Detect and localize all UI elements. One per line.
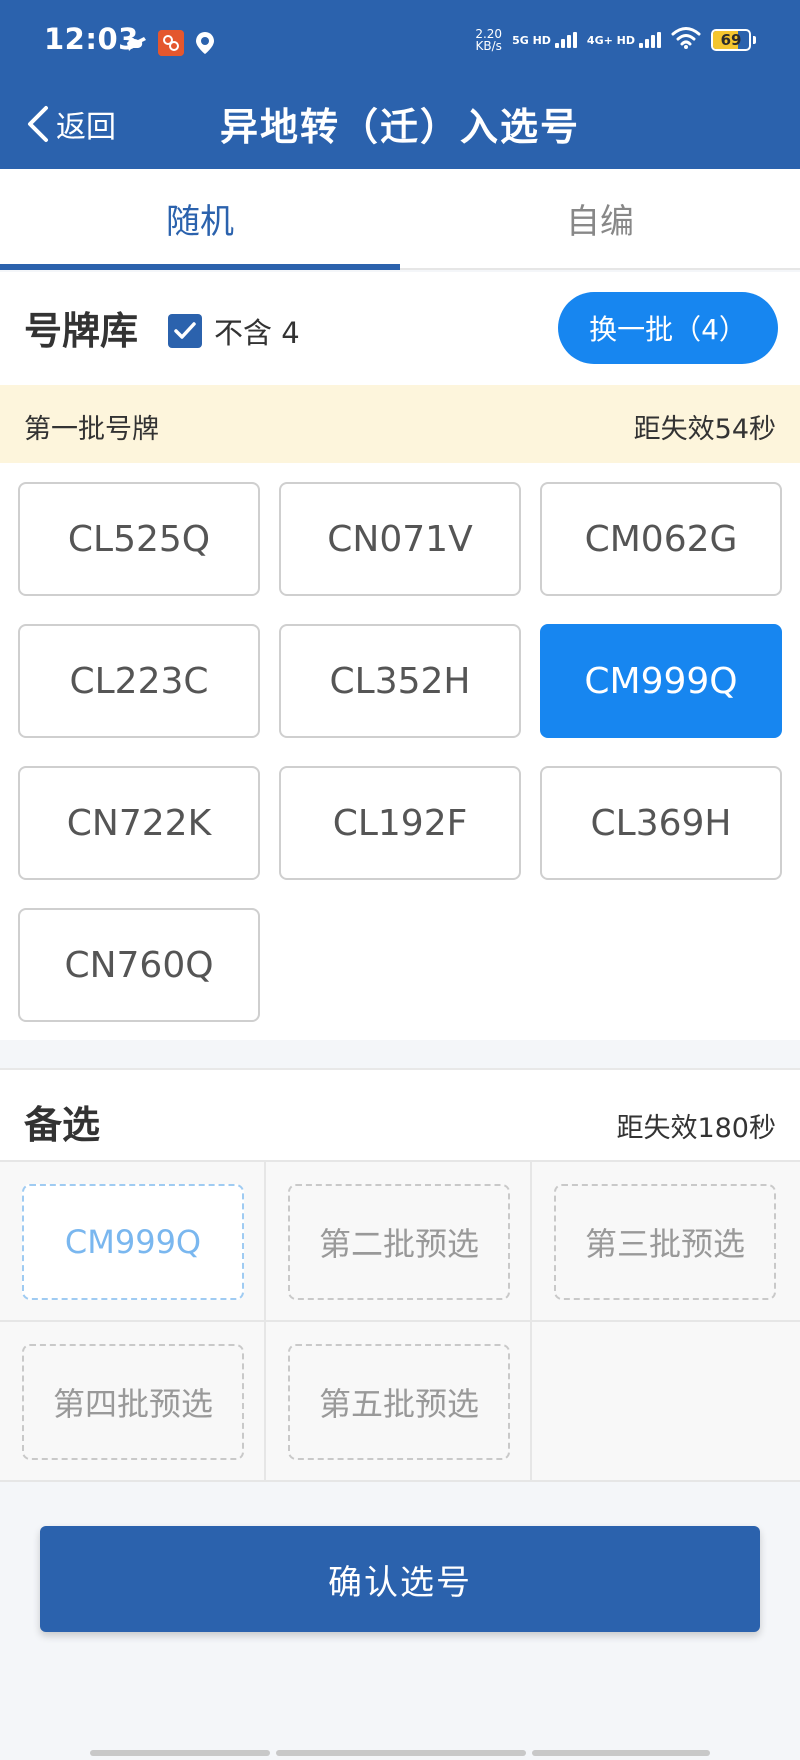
plate-option[interactable]: CL352H: [279, 624, 521, 738]
battery-tip: [753, 36, 756, 44]
sim1-label: 5G HD: [512, 33, 551, 47]
alternate-cell-empty: [532, 1322, 800, 1482]
pet-icon: [124, 30, 150, 56]
net-speed: 2.20 KB/s: [475, 28, 502, 52]
app-badge-icon: [158, 30, 184, 56]
exclude-four-label: 不含 4: [214, 316, 300, 350]
tab-bar: 随机 自编: [0, 169, 800, 270]
page-title: 异地转（迁）入选号: [219, 105, 580, 149]
sim2-signal: 4G+ HD: [587, 32, 661, 48]
battery-icon: 69: [711, 29, 751, 51]
net-speed-unit: KB/s: [475, 39, 502, 53]
alternate-slot[interactable]: 第五批预选: [288, 1344, 510, 1460]
plate-option[interactable]: CL192F: [279, 766, 521, 880]
sim2-label: 4G+ HD: [586, 33, 635, 47]
signal-bars-icon: [554, 32, 577, 48]
plate-pool-title: 号牌库: [24, 309, 139, 353]
refresh-batch-button[interactable]: 换一批（4）: [558, 292, 778, 364]
home-indicator: [90, 1750, 710, 1756]
plate-option[interactable]: CN760Q: [18, 908, 260, 1022]
plate-pool-header: 号牌库 不含 4 换一批（4）: [0, 272, 800, 385]
header: 12:03 2.20 KB/s 5G HD 4G+ HD 69 返回 异地转（迁…: [0, 0, 800, 169]
plate-option[interactable]: CL223C: [18, 624, 260, 738]
alternate-slot[interactable]: CM999Q: [22, 1184, 244, 1300]
alternate-cell: 第二批预选: [266, 1162, 532, 1322]
nav-bar: 返回 异地转（迁）入选号: [0, 86, 800, 169]
confirm-selection-button[interactable]: 确认选号: [40, 1526, 760, 1632]
plate-grid: CL525Q CN071V CM062G CL223C CL352H CM999…: [0, 463, 800, 1040]
plate-option[interactable]: CN071V: [279, 482, 521, 596]
wifi-icon: [671, 26, 701, 54]
location-icon: [192, 30, 218, 56]
status-left-icons: [124, 28, 218, 58]
exclude-four-checkbox[interactable]: 不含 4: [168, 310, 300, 352]
sim1-signal: 5G HD: [512, 32, 577, 48]
batch-label: 第一批号牌: [24, 414, 159, 445]
batch-strip: 第一批号牌 距失效54秒: [0, 385, 800, 463]
status-bar: 12:03 2.20 KB/s 5G HD 4G+ HD 69: [0, 0, 800, 86]
tab-custom[interactable]: 自编: [400, 169, 800, 268]
alternates-grid: CM999Q 第二批预选 第三批预选 第四批预选 第五批预选: [0, 1160, 800, 1482]
alternate-cell: 第五批预选: [266, 1322, 532, 1482]
alternates-timer: 距失效180秒: [616, 1113, 776, 1144]
battery-level: 69: [720, 31, 742, 49]
plate-option[interactable]: CM999Q: [540, 624, 782, 738]
batch-timer: 距失效54秒: [633, 414, 776, 445]
tab-random[interactable]: 随机: [0, 169, 400, 270]
plate-option[interactable]: CM062G: [540, 482, 782, 596]
plate-option[interactable]: CN722K: [18, 766, 260, 880]
app-root: 12:03 2.20 KB/s 5G HD 4G+ HD 69 返回 异地转（迁…: [0, 0, 800, 1760]
alternate-slot[interactable]: 第四批预选: [22, 1344, 244, 1460]
plate-option[interactable]: CL525Q: [18, 482, 260, 596]
alternate-slot[interactable]: 第三批预选: [554, 1184, 776, 1300]
alternate-cell: CM999Q: [0, 1162, 266, 1322]
signal-bars-icon: [639, 32, 661, 48]
status-right: 2.20 KB/s 5G HD 4G+ HD 69: [475, 26, 756, 54]
alternates-title: 备选: [24, 1103, 101, 1147]
alternates-section: 备选 距失效180秒 CM999Q 第二批预选 第三批预选 第四批预选 第五批预…: [0, 1068, 800, 1482]
plate-option[interactable]: CL369H: [540, 766, 782, 880]
alternate-cell: 第三批预选: [532, 1162, 800, 1322]
alternate-slot[interactable]: 第二批预选: [288, 1184, 510, 1300]
checkbox-checked-icon: [168, 314, 202, 348]
alternate-cell: 第四批预选: [0, 1322, 266, 1482]
